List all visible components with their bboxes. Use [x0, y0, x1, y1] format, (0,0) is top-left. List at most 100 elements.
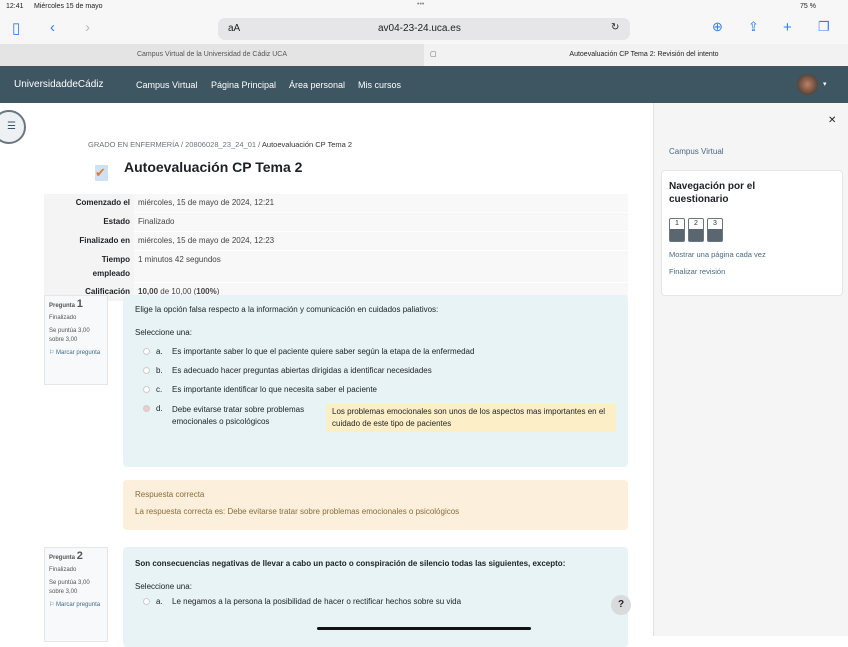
nav-campus[interactable]: Campus Virtual: [136, 80, 197, 90]
sidebar-icon[interactable]: ▯: [12, 19, 20, 37]
tab-label: Campus Virtual de la Universidad de Cádi…: [136, 51, 288, 58]
quiz-drawer: ✕ Campus Virtual Navegación por el cuest…: [653, 103, 848, 636]
back-icon[interactable]: ‹: [50, 19, 55, 36]
tabs-icon[interactable]: ❐: [818, 19, 830, 35]
question-2-info: Pregunta 2 Finalizado Se puntúa 3,00 sob…: [44, 547, 108, 642]
breadcrumb-item: Autoevaluación CP Tema 2: [261, 140, 353, 149]
radio-selected[interactable]: [143, 405, 150, 412]
close-icon[interactable]: ✕: [828, 115, 836, 126]
question-nav-3[interactable]: 3: [707, 218, 723, 242]
tab-campus[interactable]: Campus Virtual de la Universidad de Cádi…: [0, 44, 424, 66]
flag-icon: ⚐: [49, 350, 57, 356]
show-one-page-link[interactable]: Mostrar una página cada vez: [669, 250, 835, 259]
question-1-info: Pregunta 1 Finalizado Se puntúa 3,00 sob…: [44, 295, 108, 385]
option-letter: b.: [156, 366, 163, 375]
status-bar: 12:41 Miércoles 15 de mayo ••• 75 %: [0, 0, 848, 14]
option-text: Es importante saber lo que el paciente q…: [172, 347, 475, 356]
flag-question[interactable]: ⚐ Marcar pregunta: [49, 349, 103, 358]
finish-review-link[interactable]: Finalizar revisión: [669, 267, 835, 276]
chevron-down-icon[interactable]: ▾: [823, 80, 827, 88]
option-text: Debe evitarse tratar sobre problemas emo…: [172, 405, 305, 426]
download-icon[interactable]: ⊕: [712, 19, 723, 35]
summary-value: Finalizado: [134, 212, 628, 232]
option-text: Es importante identificar lo que necesit…: [172, 385, 378, 394]
question-label: Pregunta: [49, 303, 76, 309]
option-a[interactable]: a. Es importante saber lo que el paciente…: [135, 347, 616, 356]
flag-label: Marcar pregunta: [56, 350, 101, 356]
question-nav-1[interactable]: 1: [669, 218, 685, 242]
tab-quiz[interactable]: Autoevaluación CP Tema 2: Revisión del i…: [440, 44, 848, 66]
option-b[interactable]: b. Es adecuado hacer preguntas abiertas d…: [135, 366, 616, 375]
question-label: Pregunta: [49, 555, 76, 561]
quiz-icon: ✔: [95, 165, 108, 181]
flag-icon: ⚐: [49, 602, 57, 608]
result-text: Respuesta correcta: [135, 490, 205, 499]
option-letter: a.: [156, 597, 163, 606]
question-state: Finalizado: [49, 567, 77, 573]
tab-label: Autoevaluación CP Tema 2: Revisión del i…: [569, 51, 719, 58]
correct-answer: La respuesta correcta es: Debe evitarse …: [135, 507, 460, 516]
question-text: Son consecuencias negativas de llevar a …: [135, 559, 566, 568]
question-text: Elige la opción falsa respecto a la info…: [135, 305, 439, 314]
question-number: 1: [76, 298, 83, 310]
help-button[interactable]: ?: [611, 595, 631, 615]
time: 12:41: [6, 3, 24, 10]
date: Miércoles 15 de mayo: [34, 3, 103, 10]
battery: 75 %: [800, 3, 816, 10]
option-letter: a.: [156, 347, 163, 356]
option-letter: c.: [156, 385, 163, 394]
share-icon[interactable]: ⇪: [748, 19, 759, 35]
question-nav-2[interactable]: 2: [688, 218, 704, 242]
question-1-content: Elige la opción falsa respecto a la info…: [123, 295, 628, 467]
question-1-feedback: Respuesta correcta La respuesta correcta…: [123, 480, 628, 530]
avatar[interactable]: [797, 74, 818, 95]
breadcrumb: GRADO EN ENFERMERÍA / 20806028_23_24_01 …: [88, 140, 353, 149]
nav-personal[interactable]: Área personal: [289, 80, 345, 90]
question-state: Finalizado: [49, 315, 77, 321]
flag-label: Marcar pregunta: [56, 602, 101, 608]
question-score: Se puntúa 3,00 sobre 3,00: [49, 580, 90, 595]
course-index-toggle[interactable]: ☰: [0, 110, 26, 144]
summary-label: Comenzado el: [44, 193, 134, 213]
block-heading: Navegación por el cuestionario: [669, 181, 756, 205]
page-title: Autoevaluación CP Tema 2: [124, 159, 303, 175]
nav-home[interactable]: Página Principal: [211, 80, 276, 90]
option-a[interactable]: a. Le negamos a la persona la posibilidad…: [135, 597, 616, 606]
summary-value: miércoles, 15 de mayo de 2024, 12:21: [134, 193, 628, 213]
summary-label: Estado: [44, 212, 134, 232]
question-2-content: Son consecuencias negativas de llevar a …: [123, 547, 628, 647]
nav-courses[interactable]: Mis cursos: [358, 80, 401, 90]
reload-icon[interactable]: ↻: [611, 22, 619, 33]
forward-icon[interactable]: ›: [85, 19, 90, 36]
campus-link[interactable]: Campus Virtual: [669, 147, 724, 156]
question-number: 2: [76, 550, 83, 562]
option-text: Le negamos a la persona la posibilidad d…: [172, 597, 462, 606]
summary-value: miércoles, 15 de mayo de 2024, 12:23: [134, 231, 628, 251]
url-text: av04-23-24.uca.es: [378, 23, 461, 34]
radio[interactable]: [143, 386, 150, 393]
radio[interactable]: [143, 598, 150, 605]
option-d[interactable]: d. Debe evitarse tratar sobre problemas e…: [135, 404, 616, 432]
text-size-button[interactable]: aA: [228, 23, 240, 34]
address-bar[interactable]: aA av04-23-24.uca.es ↻: [218, 18, 630, 40]
quiz-navigation-block: Navegación por el cuestionario 123 Mostr…: [661, 170, 843, 296]
summary-label: Finalizado en: [44, 231, 134, 251]
logo[interactable]: UniversidaddeCádiz: [14, 79, 104, 90]
breadcrumb-item[interactable]: GRADO EN ENFERMERÍA: [88, 140, 179, 149]
attempt-summary: Comenzado el miércoles, 15 de mayo de 202…: [44, 193, 628, 301]
radio[interactable]: [143, 367, 150, 374]
tab-bar: Campus Virtual de la Universidad de Cádi…: [0, 44, 848, 66]
option-feedback: Los problemas emocionales son unos de lo…: [326, 404, 616, 432]
flag-question[interactable]: ⚐ Marcar pregunta: [49, 601, 103, 610]
option-c[interactable]: c. Es importante identificar lo que neces…: [135, 385, 616, 394]
radio[interactable]: [143, 348, 150, 355]
question-prompt: Seleccione una:: [135, 328, 192, 337]
breadcrumb-item[interactable]: 20806028_23_24_01: [185, 140, 256, 149]
summary-label: Tiempo empleado: [44, 250, 134, 283]
new-tab-icon[interactable]: +: [783, 19, 792, 36]
tab-close-icon[interactable]: ▢: [430, 50, 437, 58]
question-score: Se puntúa 3,00 sobre 3,00: [49, 328, 90, 343]
list-icon: ☰: [7, 121, 16, 132]
dots-icon: •••: [417, 1, 425, 8]
question-prompt: Seleccione una:: [135, 582, 192, 591]
